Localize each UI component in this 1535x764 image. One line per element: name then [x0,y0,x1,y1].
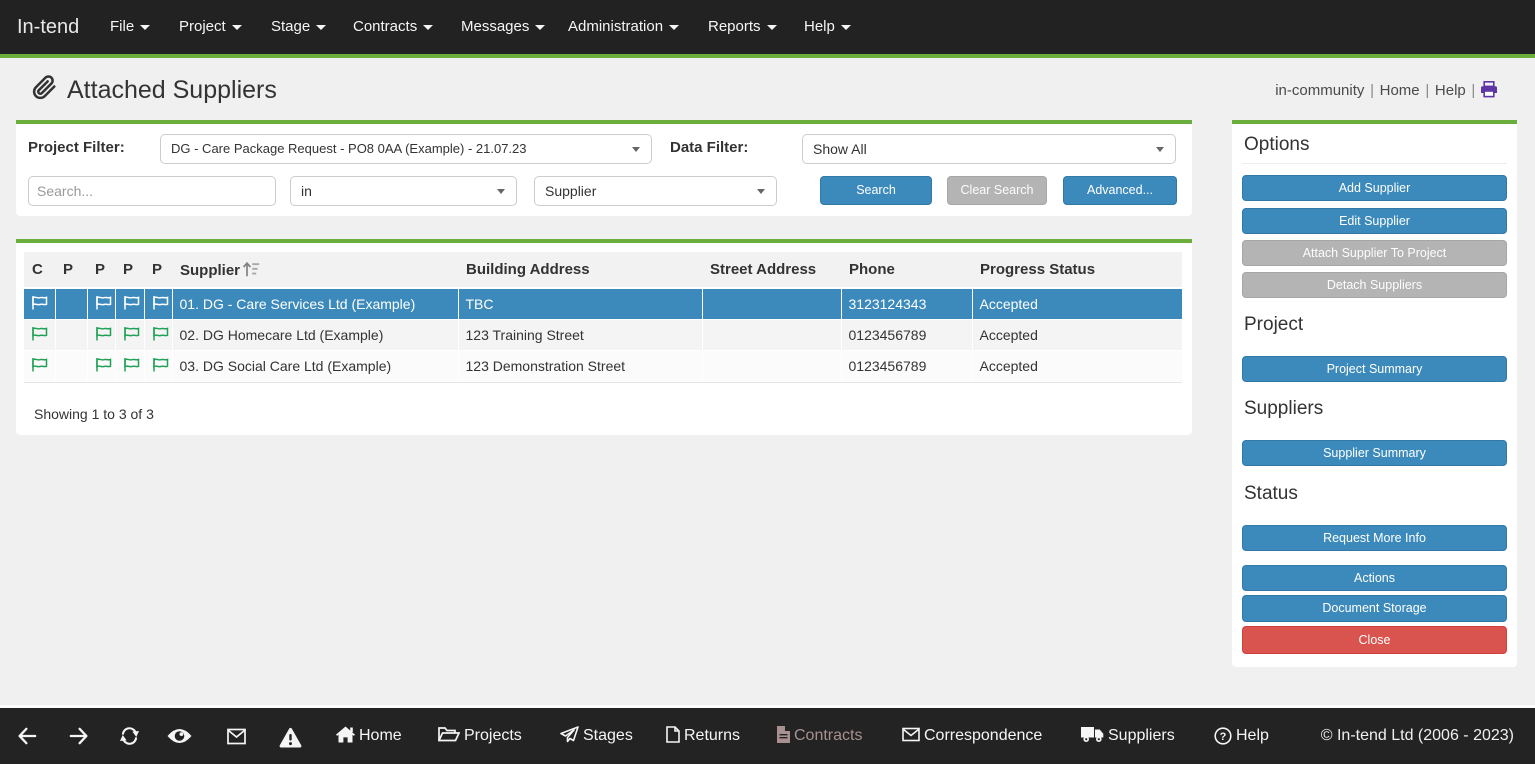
svg-text:?: ? [1220,731,1227,743]
